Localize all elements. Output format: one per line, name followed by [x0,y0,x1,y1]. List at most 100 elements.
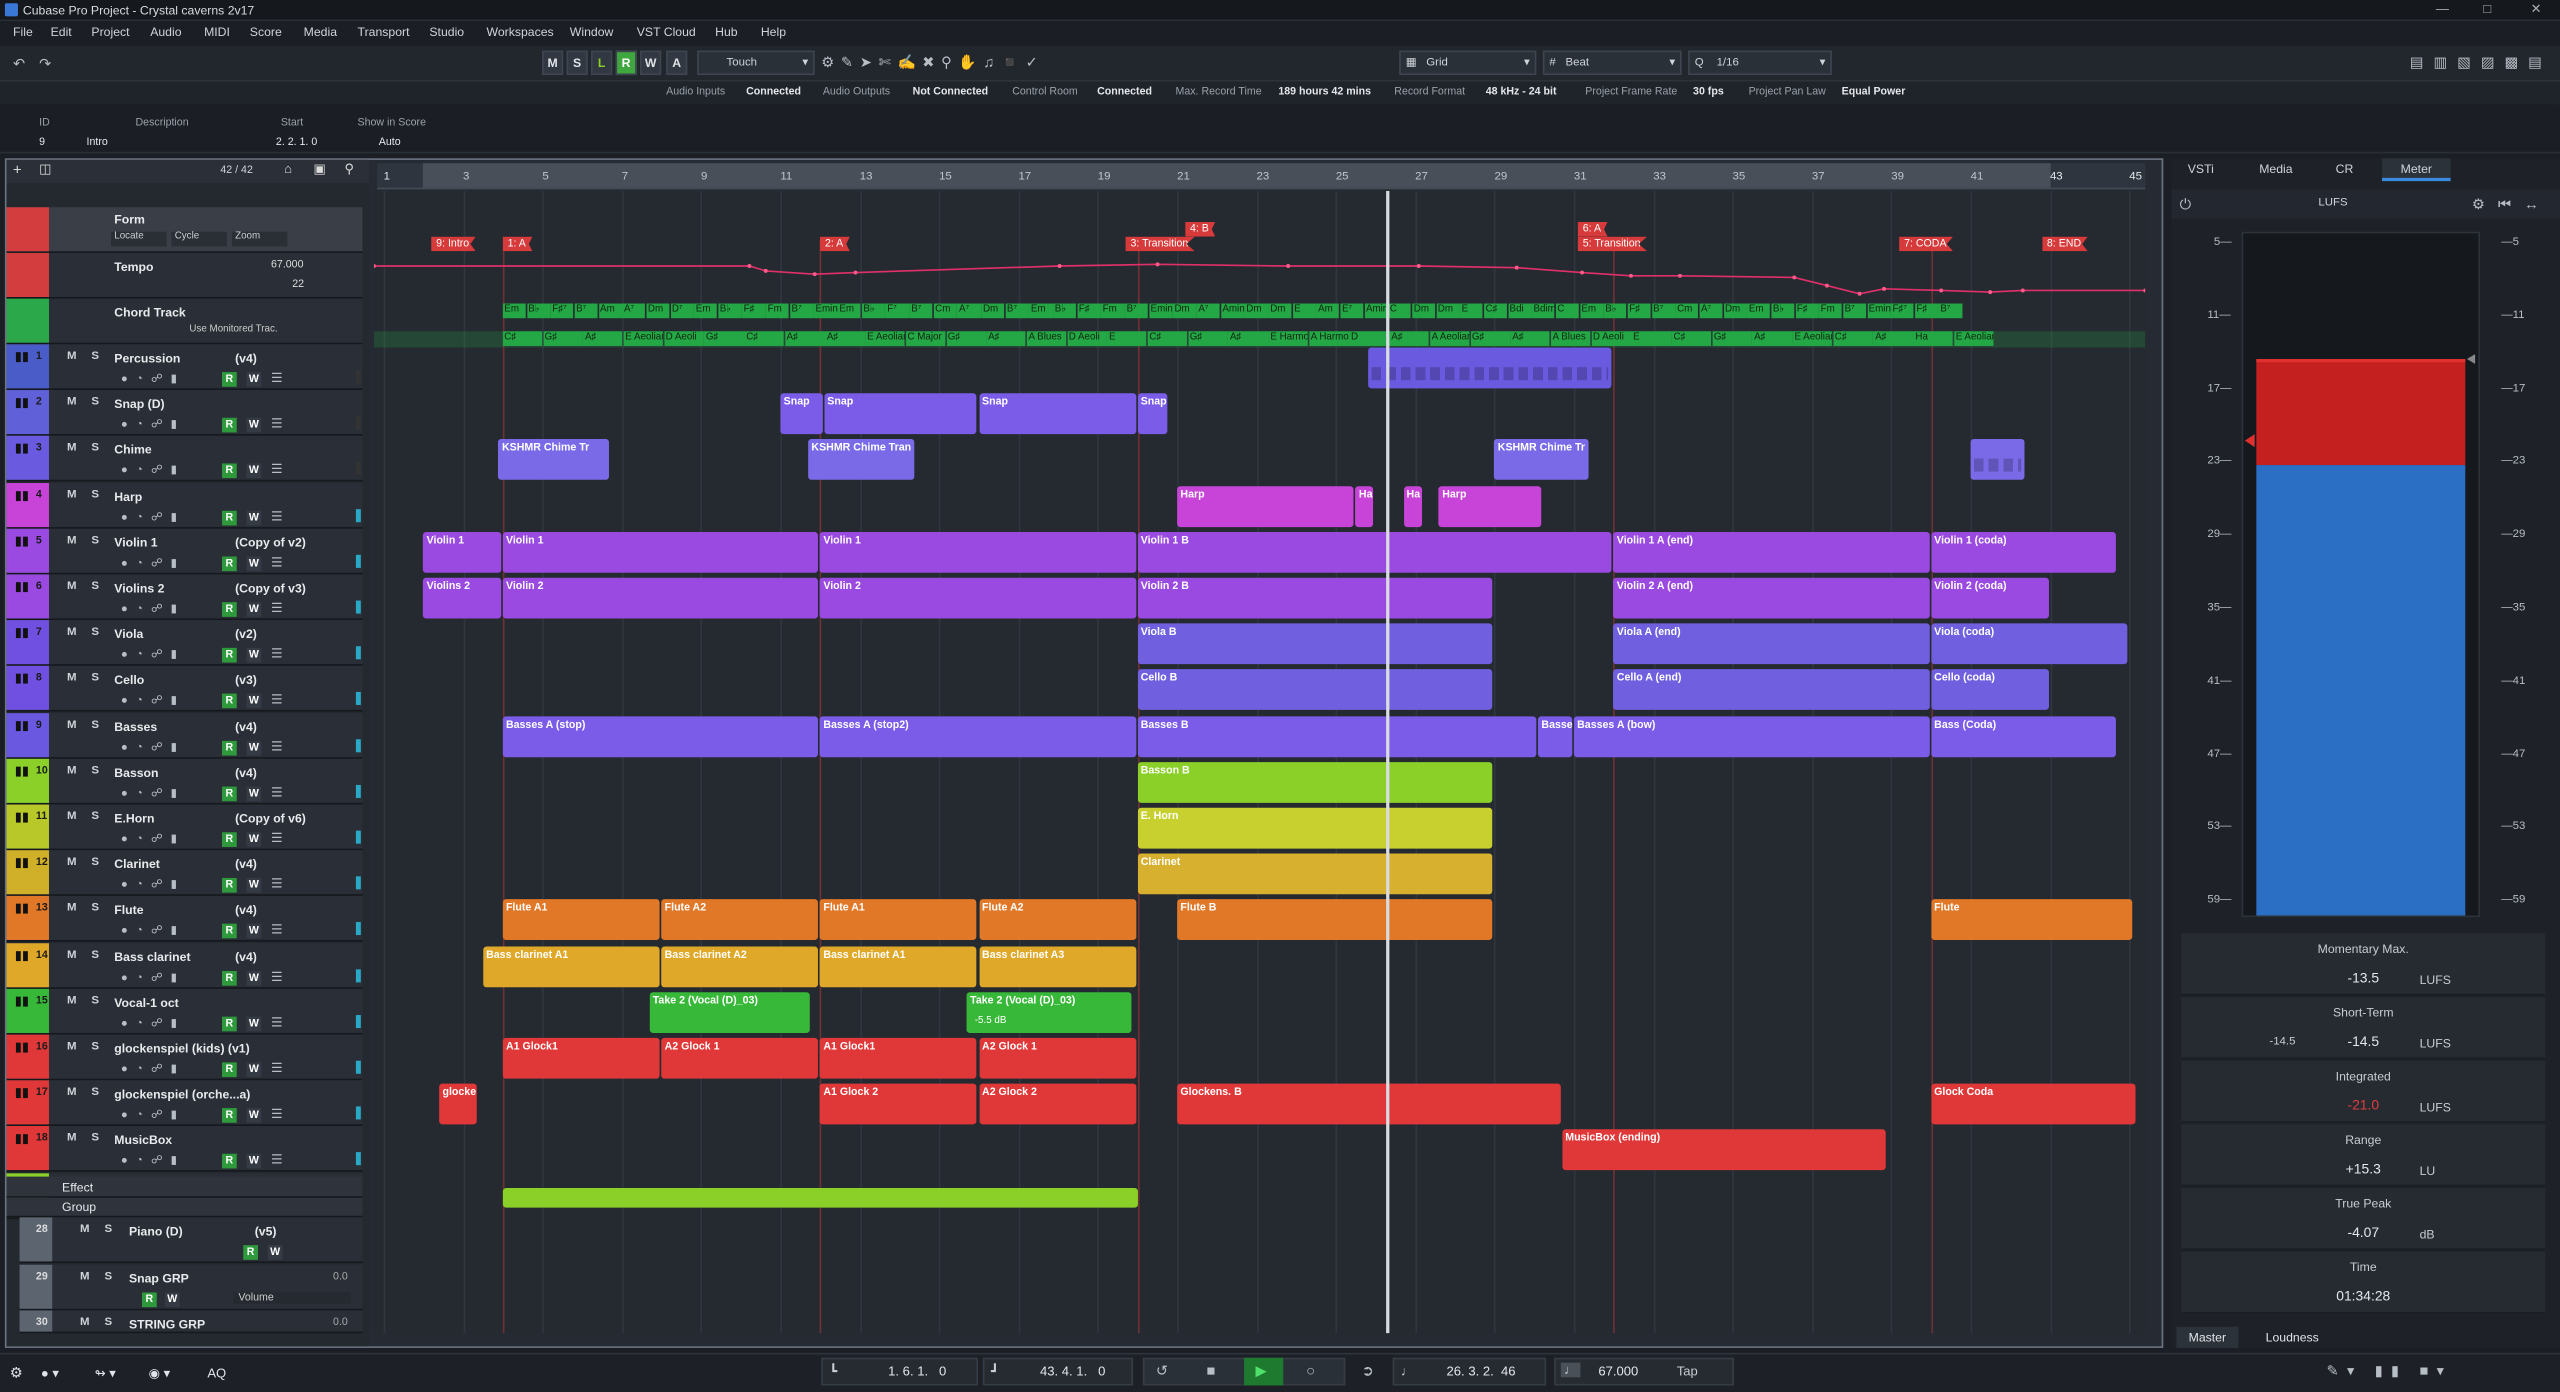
id-value[interactable]: 9 [39,137,45,148]
marker[interactable]: 4: B [1185,221,1216,237]
automation-mode-select[interactable]: Touch ▾ [697,50,815,76]
menu-score[interactable]: Score [250,24,282,39]
group-track-29[interactable]: 29 M S Snap GRP 0.0 R W Volume [19,1263,363,1310]
chord-event[interactable]: Dm [981,303,1005,319]
track-controls[interactable]: ●◔☍▮ [121,786,185,799]
write-button[interactable]: W [246,372,262,387]
chord-event[interactable]: E Aeolian (nat. minor) [1792,331,1833,346]
mute-button[interactable]: M [67,627,77,638]
playhead[interactable] [1385,190,1389,1334]
cycle-range[interactable] [423,163,2050,188]
chord-event[interactable]: Emin [1148,303,1173,319]
write-button[interactable]: W [246,832,262,847]
tab-vsti[interactable]: VSTi [2178,158,2224,181]
track-controls[interactable]: ●◔☍▮ [121,464,185,477]
track-5[interactable]: ▮▮ 5 M S Violin 1 (Copy of v2) ●◔☍▮ R W … [6,528,363,575]
read-button[interactable]: R [222,786,237,801]
event[interactable]: Violin 2 A (end) [1613,577,1930,619]
track-menu-icon[interactable]: ☰ [271,508,283,523]
chord-event[interactable]: Cm [1675,303,1699,319]
chord-event[interactable]: B⁷ [1938,303,1962,319]
chord-event[interactable]: E⁷ [1340,303,1364,319]
solo-button[interactable]: S [104,1317,112,1328]
chord-event[interactable]: E [1292,303,1316,319]
track-7[interactable]: ▮▮ 7 M S Viola (v2) ●◔☍▮ R W ☰ [6,620,363,667]
mute-button[interactable]: M [80,1270,90,1281]
read-button[interactable]: R [222,464,237,479]
track-controls[interactable]: ●◔☍▮ [121,648,185,661]
solo-button[interactable]: S [91,765,99,776]
tempo-track[interactable]: Tempo 67.000 22 [6,252,363,299]
chord-event[interactable]: A⁷ [1196,303,1220,319]
menu-media[interactable]: Media [304,24,337,39]
track-menu-icon[interactable]: ☰ [271,647,283,662]
aq-button[interactable]: AQ [207,1366,226,1381]
event[interactable]: Violin 1 (coda) [1930,531,2116,573]
track-menu-icon[interactable]: ☰ [271,923,283,938]
close-icon[interactable]: ✕ [2531,2,2542,17]
chord-event[interactable]: Dm [1244,303,1268,319]
auto-button[interactable]: A [666,50,688,76]
event[interactable]: A1 Glock1 [502,1037,660,1079]
event[interactable]: A1 Glock 2 [820,1083,978,1125]
write-button[interactable]: W [246,510,262,525]
chord-event[interactable]: Fm [765,303,790,319]
solo-button[interactable]: S [91,857,99,868]
layout-icons[interactable]: ▤▥▧▨▩▤ [2410,54,2552,70]
chord-event[interactable]: A⁷ [622,303,646,319]
chord-event[interactable]: B♭ [1771,303,1795,319]
track-controls[interactable]: ●◔☍▮ [121,372,185,385]
track-menu-icon[interactable]: ☰ [271,739,283,754]
track-menu-icon[interactable]: ☰ [271,969,283,984]
mute-button[interactable]: M [67,1087,77,1098]
chord-event[interactable]: B⁷ [1842,303,1867,319]
quantize-select[interactable]: Q 1/16 ▾ [1688,50,1832,76]
write-button[interactable]: W [164,1291,180,1307]
track-controls[interactable]: ●◔☍▮ [121,878,185,891]
mute-button[interactable]: M [67,765,77,776]
solo-button[interactable]: S [91,627,99,638]
event[interactable]: A2 Glock 1 [661,1037,819,1079]
maximize-icon[interactable]: □ [2483,2,2491,17]
track-16[interactable]: ▮▮ 16 M S glockenspiel (kids) (v1) ●◔☍▮ … [6,1034,363,1081]
event[interactable]: Cello (coda) [1930,669,2049,711]
chord-event[interactable]: B♭ [526,303,550,319]
track-8[interactable]: ▮▮ 8 M S Cello (v3) ●◔☍▮ R W ☰ [6,666,363,713]
chord-event[interactable]: A Harmonic Minor [1309,331,1349,346]
group-folder[interactable]: Group [6,1197,363,1218]
event[interactable]: Violin 2 (coda) [1930,577,2049,619]
zoom-select[interactable]: Zoom [231,231,288,247]
track-controls[interactable]: ●◔☍▮ [121,510,185,523]
locate-select[interactable]: Locate [111,231,167,247]
event[interactable]: Cello A (end) [1613,669,1930,711]
tab-loudness[interactable]: Loudness [2253,1327,2331,1348]
folder-icon[interactable]: ◫ [39,162,51,177]
chord-event[interactable]: Cm [933,303,957,319]
write-button[interactable]: W [246,924,262,939]
read-button[interactable]: R [222,1108,237,1124]
chord-event[interactable]: G♯ [1712,331,1752,346]
chord-event[interactable]: A Blues [1550,331,1591,346]
chord-event[interactable]: Fm [1101,303,1125,319]
meter-mode[interactable]: LUFS [2318,197,2347,208]
track-menu-icon[interactable]: ☰ [271,462,283,477]
undo-icon[interactable]: ↶ [13,55,25,71]
mute-button[interactable]: M [67,903,77,914]
chord-event[interactable]: F♯ [1795,303,1819,319]
menu-audio[interactable]: Audio [150,24,181,39]
chord-event[interactable]: B⁷ [1651,303,1675,319]
event[interactable]: Basses A (stop2) [820,715,1136,757]
mute-button[interactable]: M [67,673,77,684]
event[interactable]: Ha [1355,485,1374,527]
chord-event[interactable]: E [1631,331,1672,346]
chord-event[interactable]: Dm [1268,303,1292,319]
ruler[interactable]: 1 3 5 7 9 11 13 15 17 19 21 23 25 27 29 31 33 35 37 39 41 43 4… [377,163,2146,190]
solo-button[interactable]: S [91,443,99,454]
menu-transport[interactable]: Transport [358,24,410,39]
chord-event[interactable]: C [1555,303,1579,319]
mute-button[interactable]: M [67,489,77,500]
event[interactable]: Flute A2 [661,899,819,941]
start-value[interactable]: 2. 2. 1. 0 [276,137,317,148]
write-button[interactable]: W [246,970,262,985]
chord-event[interactable]: B⁷ [1005,303,1029,319]
